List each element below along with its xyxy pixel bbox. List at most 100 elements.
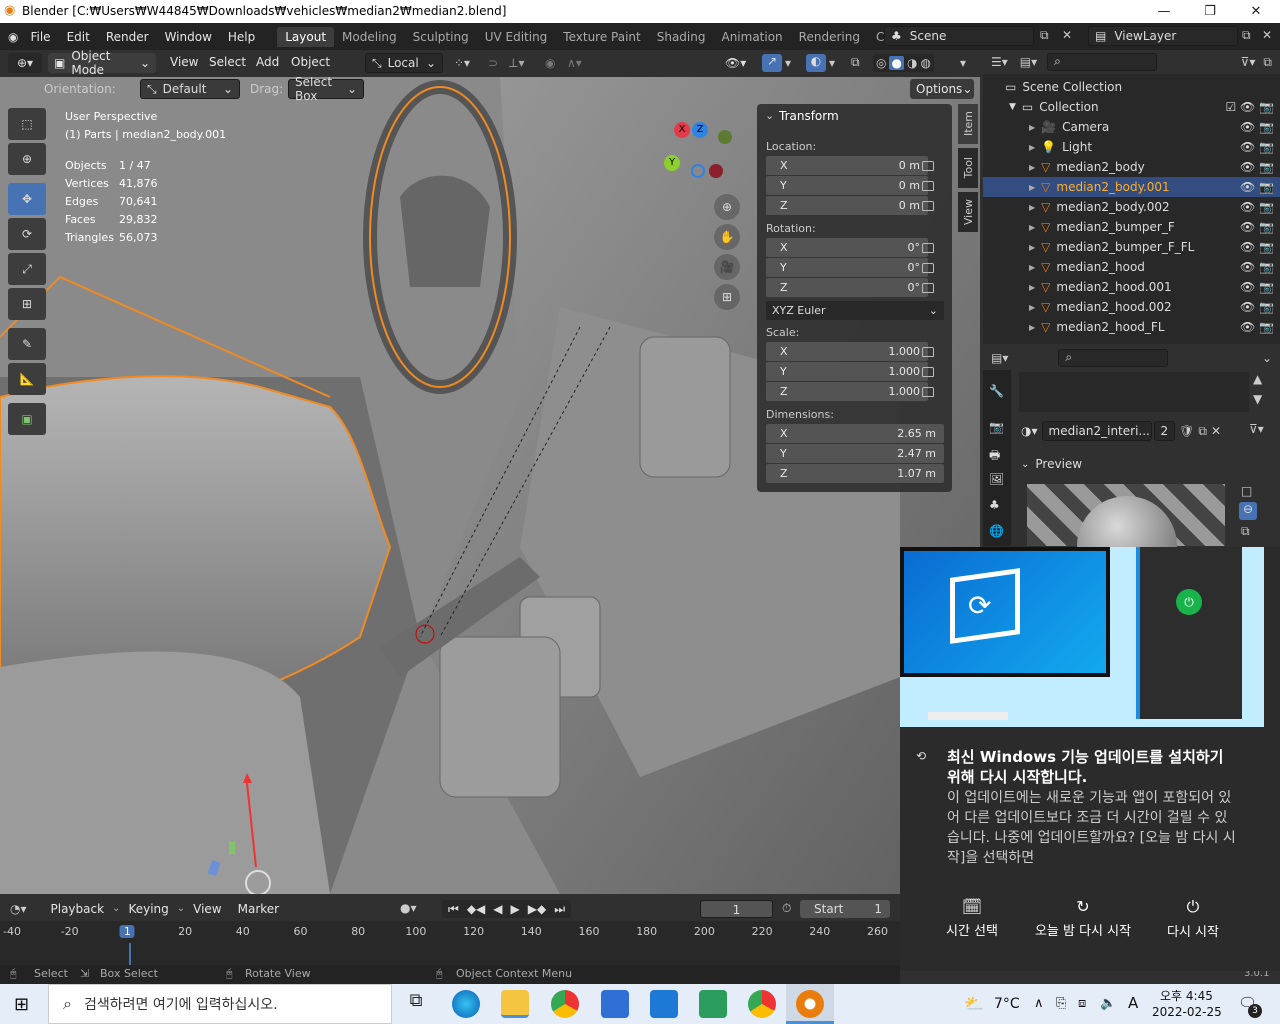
drag-dropdown[interactable]: Select Box ⌄	[288, 77, 364, 103]
rotation-z-field[interactable]: Z 0°	[766, 278, 928, 297]
gizmo-menu-icon[interactable]: ▾	[785, 56, 791, 70]
expand-icon[interactable]: ▶	[1029, 183, 1035, 192]
snap-target-icon[interactable]: ⊥▾	[508, 56, 524, 70]
restart-now-button[interactable]: ⏻ 다시 시작	[1160, 897, 1226, 940]
rotate-tool-icon[interactable]: ⟳	[8, 218, 46, 250]
lock-icon[interactable]	[922, 161, 934, 171]
start-button-icon[interactable]: ⊞	[14, 994, 29, 1015]
menu-render[interactable]: Render	[98, 30, 157, 44]
measure-tool-icon[interactable]: 📐	[8, 363, 46, 395]
add-cube-tool-icon[interactable]: ▣	[8, 403, 46, 435]
material-selector[interactable]: ◑▾ median2_interi... 2 🛡 ⧉ ✕	[1021, 421, 1247, 441]
gizmo-z-axis[interactable]: Z	[692, 122, 708, 138]
pan-hand-icon[interactable]: ✋	[714, 224, 740, 250]
shading-menu-icon[interactable]: ▾	[960, 56, 966, 70]
expand-icon[interactable]: ▶	[1029, 243, 1035, 252]
editor-type-icon[interactable]: ⊕▾	[8, 53, 42, 73]
tab-modeling[interactable]: Modeling	[334, 27, 405, 47]
world-tab-icon[interactable]: 🌐	[989, 524, 1004, 538]
clock-time[interactable]: 오후 4:45	[1160, 987, 1213, 1004]
gizmo-neg-z-axis[interactable]	[691, 164, 705, 178]
expand-icon[interactable]: ▶	[1029, 303, 1035, 312]
restart-tonight-button[interactable]: ↻ 오늘 밤 다시 시작	[1028, 897, 1138, 939]
gizmo-y-axis[interactable]: Y	[664, 155, 680, 171]
viewport-menu-select[interactable]: Select	[201, 55, 254, 69]
select-box-tool-icon[interactable]: ⬚	[8, 108, 46, 140]
lock-icon[interactable]	[922, 201, 934, 211]
taskbar-search-box[interactable]: ⌕ 검색하려면 여기에 입력하십시오.	[48, 984, 392, 1024]
timeline-menu-keying[interactable]: Keying	[120, 902, 176, 916]
location-z-field[interactable]: Z0 m	[766, 196, 928, 215]
security-tray-icon[interactable]: ⎘	[1056, 996, 1066, 1011]
view-layer-selector[interactable]: ▤ ViewLayer	[1088, 26, 1238, 46]
visibility-icon[interactable]: 👁▾	[725, 56, 746, 70]
outliner-search-input[interactable]: ⌕	[1047, 53, 1158, 71]
render-tab-icon[interactable]: 📷	[989, 420, 1004, 434]
delete-view-layer-icon[interactable]: ✕	[1262, 28, 1272, 42]
dimensions-x-field[interactable]: X 2.65 m	[766, 424, 944, 443]
perspective-toggle-icon[interactable]: ⊞	[714, 284, 740, 310]
visibility-icon[interactable]: 👁 📷	[1240, 240, 1274, 254]
lock-icon[interactable]	[922, 283, 934, 293]
outliner-item[interactable]: ▶ ▽ median2_hood.002 👁 📷	[983, 297, 1280, 317]
expand-icon[interactable]: ▶	[1029, 163, 1035, 172]
visibility-icon[interactable]: 👁 📷	[1240, 260, 1274, 274]
scale-y-field[interactable]: Y 1.000	[766, 362, 928, 381]
preview-flat-icon[interactable]: □	[1241, 484, 1252, 498]
transform-orientation-dropdown[interactable]: ⤡ Local ⌄	[365, 53, 443, 73]
tool-tab-icon[interactable]: 🔧	[989, 384, 1004, 398]
start-frame-field[interactable]: Start 1	[800, 900, 890, 918]
options-dropdown[interactable]: Options ⌄	[910, 79, 974, 99]
proportional-edit-icon[interactable]: ◉	[545, 56, 555, 70]
scene-collection-row[interactable]: ▭ Scene Collection	[983, 77, 1280, 97]
chrome-icon[interactable]	[748, 990, 776, 1018]
properties-options-icon[interactable]: ⌄	[1262, 351, 1272, 365]
snap-icon[interactable]: ⊃	[488, 56, 498, 70]
fake-user-icon[interactable]: 🛡	[1179, 424, 1194, 438]
material-user-count[interactable]: 2	[1153, 421, 1176, 441]
network-icon[interactable]: ⧈	[1078, 996, 1086, 1011]
expand-icon[interactable]: ▶	[1029, 323, 1035, 332]
new-scene-icon[interactable]: ⧉	[1040, 28, 1049, 43]
tab-rendering[interactable]: Rendering	[791, 27, 868, 47]
output-tab-icon[interactable]: 🖶	[989, 446, 1000, 467]
tab-animation[interactable]: Animation	[713, 27, 790, 47]
chrome-icon[interactable]	[551, 990, 579, 1018]
outliner-item[interactable]: ▶ ▽ median2_body.001 👁 📷	[983, 177, 1280, 197]
stopwatch-icon[interactable]: ⏱	[782, 901, 791, 916]
solid-shading-icon[interactable]: ●	[889, 56, 904, 70]
node-link-icon[interactable]: ⊽▾	[1249, 422, 1264, 436]
tab-uv-editing[interactable]: UV Editing	[477, 27, 556, 47]
timeline-menu-marker[interactable]: Marker	[230, 902, 287, 916]
tray-chevron-icon[interactable]: ∧	[1034, 996, 1044, 1011]
visibility-icon[interactable]: 👁 📷	[1240, 140, 1274, 154]
tab-sculpting[interactable]: Sculpting	[405, 27, 477, 47]
pivot-icon[interactable]: ⁘▾	[454, 56, 470, 70]
rotation-x-field[interactable]: X 0°	[766, 238, 928, 257]
navigation-gizmo[interactable]: X Z Y	[664, 117, 744, 187]
overlay-menu-icon[interactable]: ▾	[829, 56, 835, 70]
falloff-icon[interactable]: ∧▾	[567, 56, 582, 70]
expand-icon[interactable]: ▶	[1029, 123, 1035, 132]
overlay-toggle-icon[interactable]: ◐	[806, 54, 826, 72]
blender-app-icon[interactable]	[796, 990, 824, 1018]
play-reverse-icon[interactable]: ◀	[493, 902, 502, 916]
weather-temperature[interactable]: 7°C	[994, 996, 1020, 1012]
viewport-menu-object[interactable]: Object	[283, 55, 338, 69]
lock-icon[interactable]	[922, 181, 934, 191]
material-slots-list[interactable]	[1019, 372, 1249, 412]
timeline-editor-icon[interactable]: ◔▾	[10, 902, 27, 916]
prev-keyframe-icon[interactable]: ◆◀	[467, 902, 485, 916]
task-view-icon[interactable]: ⧉	[402, 990, 430, 1018]
lock-icon[interactable]	[922, 367, 934, 377]
camera-view-icon[interactable]: 🎥	[714, 254, 740, 280]
jump-end-icon[interactable]: ⏭	[554, 902, 565, 917]
record-icon[interactable]: ●▾	[400, 901, 417, 915]
visibility-icon[interactable]: 👁 📷	[1240, 180, 1274, 194]
properties-editor-icon[interactable]: ▤▾	[991, 351, 1008, 365]
menu-edit[interactable]: Edit	[59, 30, 98, 44]
choose-time-button[interactable]: 🗓 시간 선택	[940, 897, 1004, 939]
collection-row[interactable]: ▼ ▭ Collection ☑ 👁 📷	[983, 97, 1280, 117]
maps-app-icon[interactable]	[699, 990, 727, 1018]
visibility-icon[interactable]: 👁 📷	[1240, 280, 1274, 294]
